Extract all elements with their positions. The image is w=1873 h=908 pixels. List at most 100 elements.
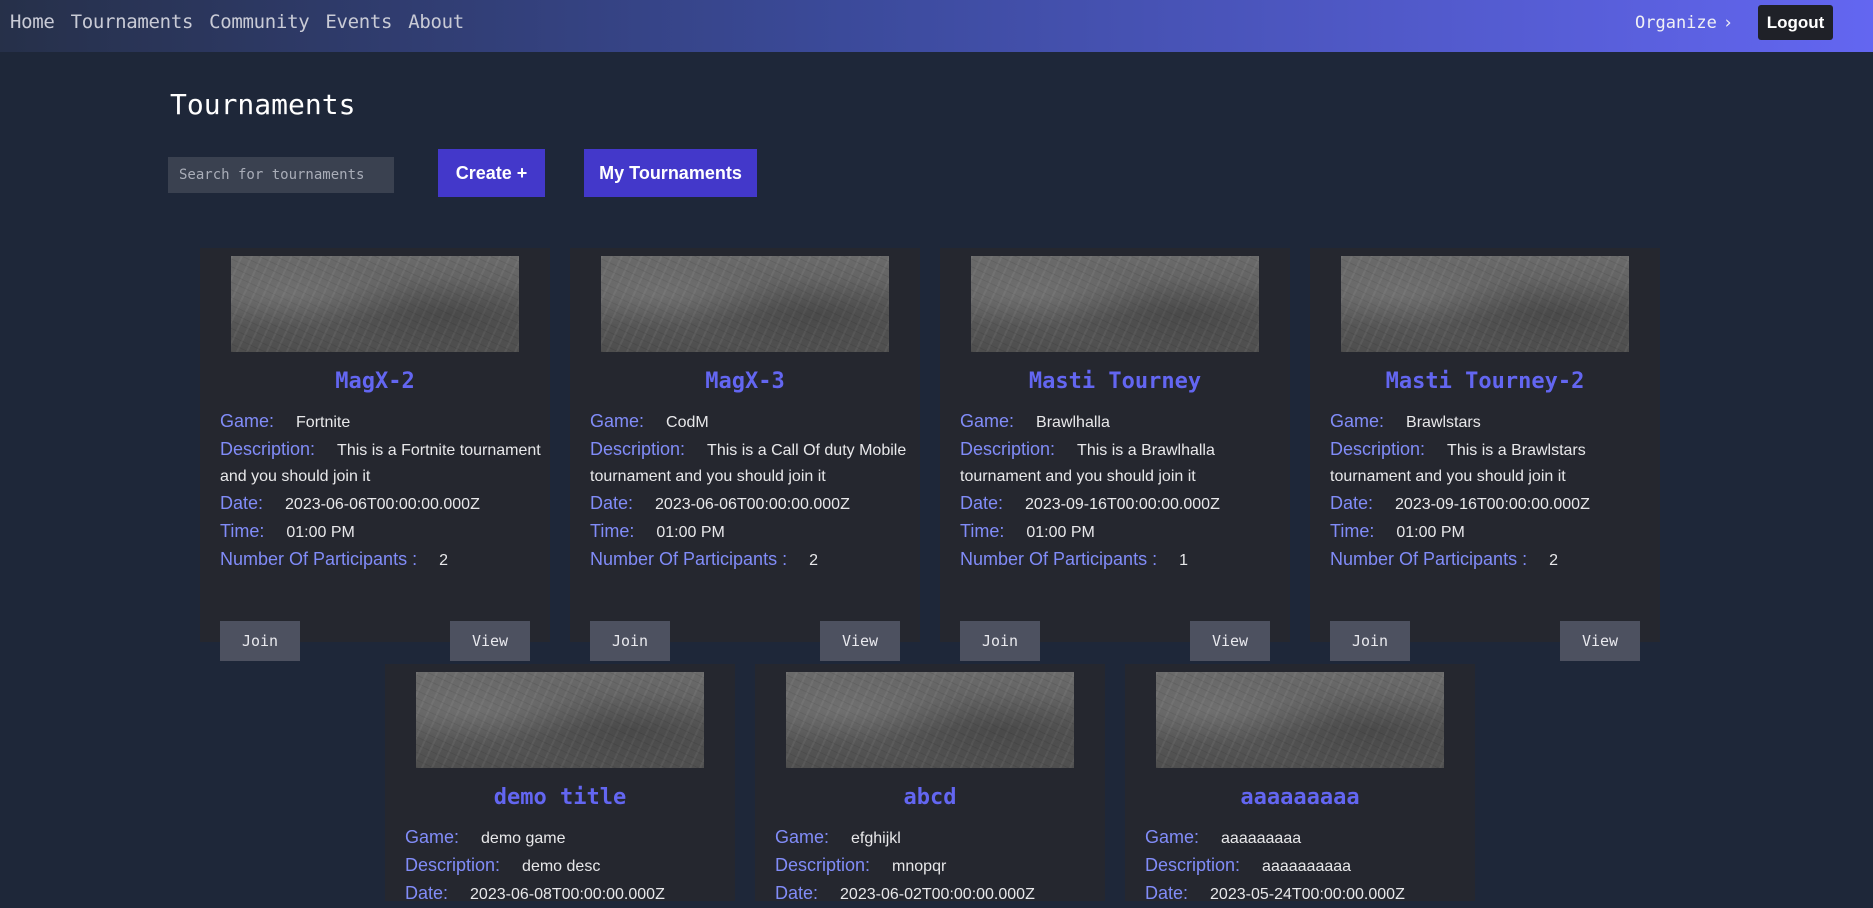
date-value: 2023-06-08T00:00:00.000Z — [470, 886, 665, 903]
tournament-card: Masti Tourney-2 Game: Brawlstars Descript… — [1310, 248, 1660, 661]
nav-links: Home Tournaments Community Events About — [10, 0, 464, 44]
participants-value: 1 — [1179, 552, 1188, 569]
time-label: Time: — [1330, 521, 1375, 541]
organize-label: Organize — [1635, 13, 1717, 33]
tournament-title[interactable]: Masti Tourney — [940, 369, 1290, 394]
game-label: Game: — [405, 827, 460, 847]
view-button[interactable]: View — [1190, 621, 1270, 661]
logout-button[interactable]: Logout — [1758, 5, 1833, 40]
tournament-image — [786, 672, 1074, 768]
date-label: Date: — [775, 883, 819, 903]
tournament-details: Game: CodM Description: This is a Call Of … — [570, 408, 920, 574]
tournament-card: abcd Game: efghijkl Description: mnopqr Da… — [755, 664, 1105, 903]
nav-events-link[interactable]: Events — [325, 11, 392, 33]
tournament-details: Game: Brawlhalla Description: This is a Br… — [940, 408, 1290, 574]
create-tournament-button[interactable]: Create + — [438, 149, 545, 197]
tournament-card: Masti Tourney Game: Brawlhalla Descriptio… — [940, 248, 1290, 661]
participants-label: Number Of Participants : — [590, 549, 788, 569]
description-label: Description: — [405, 855, 501, 875]
page-title: Tournaments — [170, 88, 356, 121]
tournament-details: Game: Brawlstars Description: This is a Br… — [1310, 408, 1660, 574]
game-value: Brawlstars — [1406, 414, 1481, 431]
time-label: Time: — [590, 521, 635, 541]
nav-home-link[interactable]: Home — [10, 11, 55, 33]
tournament-details: Game: Fortnite Description: This is a Fort… — [200, 408, 550, 574]
tournament-title[interactable]: demo title — [385, 785, 735, 810]
tournament-card: demo title Game: demo game Description: de… — [385, 664, 735, 903]
time-value: 01:00 PM — [286, 524, 355, 541]
view-button[interactable]: View — [450, 621, 530, 661]
chevron-right-icon: › — [1722, 13, 1734, 33]
date-value: 2023-06-06T00:00:00.000Z — [655, 496, 850, 513]
my-tournaments-button[interactable]: My Tournaments — [584, 149, 757, 197]
join-button[interactable]: Join — [960, 621, 1040, 661]
join-button[interactable]: Join — [590, 621, 670, 661]
tournament-image — [1156, 672, 1444, 768]
description-value: mnopqr — [892, 858, 947, 875]
date-label: Date: — [960, 493, 1004, 513]
time-value: 01:00 PM — [1026, 524, 1095, 541]
game-value: aaaaaaaaa — [1221, 830, 1302, 847]
description-label: Description: — [1330, 439, 1426, 459]
description-value: demo desc — [522, 858, 601, 875]
tournament-image — [416, 672, 704, 768]
description-value: aaaaaaaaaa — [1262, 858, 1352, 875]
tournament-image — [971, 256, 1259, 352]
nav-community-link[interactable]: Community — [209, 11, 310, 33]
tournament-title[interactable]: abcd — [755, 785, 1105, 810]
view-button[interactable]: View — [1560, 621, 1640, 661]
tournament-image — [1341, 256, 1629, 352]
participants-value: 2 — [809, 552, 818, 569]
game-value: Fortnite — [296, 414, 351, 431]
tournament-image — [601, 256, 889, 352]
date-value: 2023-09-16T00:00:00.000Z — [1395, 496, 1590, 513]
time-label: Time: — [220, 521, 265, 541]
tournament-card: aaaaaaaaa Game: aaaaaaaaa Description: aaa… — [1125, 664, 1475, 903]
organize-link[interactable]: Organize › — [1635, 10, 1733, 36]
tournament-details: Game: demo game Description: demo desc Dat… — [385, 824, 735, 908]
join-button[interactable]: Join — [220, 621, 300, 661]
tournament-title[interactable]: MagX-2 — [200, 369, 550, 394]
description-label: Description: — [1145, 855, 1241, 875]
game-value: CodM — [666, 414, 709, 431]
date-label: Date: — [590, 493, 634, 513]
game-value: efghijkl — [851, 830, 901, 847]
game-value: demo game — [481, 830, 566, 847]
date-label: Date: — [1330, 493, 1374, 513]
game-label: Game: — [1145, 827, 1200, 847]
date-value: 2023-05-24T00:00:00.000Z — [1210, 886, 1405, 903]
date-value: 2023-09-16T00:00:00.000Z — [1025, 496, 1220, 513]
participants-label: Number Of Participants : — [960, 549, 1158, 569]
description-label: Description: — [960, 439, 1056, 459]
time-value: 01:00 PM — [656, 524, 725, 541]
nav-about-link[interactable]: About — [408, 11, 464, 33]
participants-label: Number Of Participants : — [1330, 549, 1528, 569]
nav-tournaments-link[interactable]: Tournaments — [71, 11, 194, 33]
view-button[interactable]: View — [820, 621, 900, 661]
game-label: Game: — [960, 411, 1015, 431]
game-label: Game: — [775, 827, 830, 847]
tournament-details: Game: aaaaaaaaa Description: aaaaaaaaaa Da… — [1125, 824, 1475, 908]
game-label: Game: — [220, 411, 275, 431]
participants-value: 2 — [439, 552, 448, 569]
participants-value: 2 — [1549, 552, 1558, 569]
tournament-card: MagX-2 Game: Fortnite Description: This is… — [200, 248, 550, 661]
join-button[interactable]: Join — [1330, 621, 1410, 661]
date-label: Date: — [1145, 883, 1189, 903]
date-value: 2023-06-02T00:00:00.000Z — [840, 886, 1035, 903]
tournament-details: Game: efghijkl Description: mnopqr Date: 20… — [755, 824, 1105, 908]
search-input[interactable] — [168, 157, 394, 193]
game-label: Game: — [1330, 411, 1385, 431]
game-value: Brawlhalla — [1036, 414, 1110, 431]
description-label: Description: — [775, 855, 871, 875]
tournament-image — [231, 256, 519, 352]
tournament-card: MagX-3 Game: CodM Description: This is a C… — [570, 248, 920, 661]
tournament-title[interactable]: aaaaaaaaa — [1125, 785, 1475, 810]
date-value: 2023-06-06T00:00:00.000Z — [285, 496, 480, 513]
time-label: Time: — [960, 521, 1005, 541]
tournament-title[interactable]: Masti Tourney-2 — [1310, 369, 1660, 394]
top-navbar: Home Tournaments Community Events About … — [0, 0, 1873, 52]
game-label: Game: — [590, 411, 645, 431]
date-label: Date: — [220, 493, 264, 513]
tournament-title[interactable]: MagX-3 — [570, 369, 920, 394]
